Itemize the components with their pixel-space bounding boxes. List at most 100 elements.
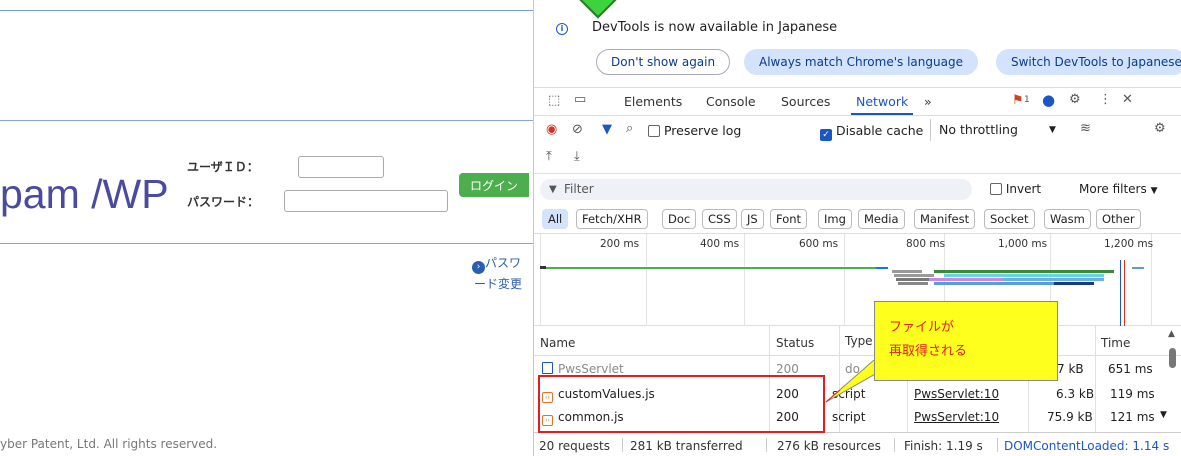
callout-text: ファイルが 再取得される — [889, 316, 967, 364]
infobar-message: DevTools is now available in Japanese — [592, 20, 838, 35]
filter-input[interactable]: ▼ Filter — [540, 179, 972, 200]
invert-checkbox[interactable] — [990, 183, 1002, 195]
record-stop-icon[interactable]: ◉ — [546, 122, 557, 137]
load-marker-line — [1124, 260, 1125, 326]
summary-divider — [894, 438, 895, 452]
invert-toggle[interactable]: Invert — [990, 182, 1041, 196]
timeline-tick: 200 ms — [600, 238, 640, 250]
filter-chip-css[interactable]: CSS — [702, 209, 737, 229]
filter-placeholder: Filter — [564, 182, 594, 196]
timeline-tick: 1,200 ms — [1104, 238, 1154, 250]
network-conditions-icon[interactable]: ≋ — [1080, 121, 1091, 136]
preserve-log-label: Preserve log — [663, 123, 742, 138]
waterfall-bar — [1132, 267, 1144, 269]
request-initiator-link[interactable]: PwsServlet:10 — [914, 387, 999, 401]
throttling-value: No throttling — [939, 122, 1018, 137]
issues-flag-icon[interactable]: ⚑ — [1012, 93, 1024, 108]
switch-to-japanese-button[interactable]: Switch DevTools to Japanese — [996, 49, 1181, 75]
more-filters-label: More filters — [1079, 182, 1147, 196]
summary-resources: 276 kB resources — [777, 439, 881, 453]
active-tab-indicator — [851, 113, 913, 115]
waterfall-bar — [540, 266, 546, 269]
waterfall-bar — [892, 270, 922, 273]
request-initiator-link[interactable]: PwsServlet:10 — [914, 410, 999, 424]
dont-show-again-button[interactable]: Don't show again — [596, 49, 731, 75]
request-size: 7 kB — [1057, 362, 1084, 376]
password-input[interactable] — [284, 190, 448, 212]
filter-chip-img[interactable]: Img — [818, 209, 852, 229]
filter-chip-socket[interactable]: Socket — [984, 209, 1035, 229]
column-type[interactable]: Type — [845, 334, 873, 348]
column-status[interactable]: Status — [776, 336, 814, 350]
request-time: 651 ms — [1108, 362, 1153, 376]
throttling-select[interactable]: No throttling ▼ — [930, 119, 1068, 141]
waterfall-bar — [896, 278, 931, 281]
filter-chip-js[interactable]: JS — [741, 209, 764, 229]
callout-line-2: 再取得される — [889, 344, 968, 359]
summary-requests: 20 requests — [539, 439, 610, 453]
more-menu-icon[interactable]: ⋮ — [1099, 92, 1112, 107]
sort-up-icon[interactable]: ▲ — [1168, 329, 1175, 339]
waterfall-bar — [1004, 278, 1104, 281]
filter-chip-all[interactable]: All — [542, 209, 569, 229]
tab-network[interactable]: Network — [856, 94, 908, 109]
disable-cache-toggle[interactable]: ✓ Disable cache — [820, 123, 923, 141]
clear-icon[interactable]: ⊘ — [572, 122, 583, 137]
request-name-cell: PwsServlet — [542, 362, 624, 376]
highlight-box — [538, 375, 825, 433]
table-scrollbar-thumb[interactable] — [1169, 348, 1176, 368]
more-tabs-button[interactable]: » — [924, 94, 932, 109]
resource-type-filters: All Fetch/XHR Doc CSS JS Font Img Media … — [534, 204, 1181, 234]
waterfall-bar — [898, 282, 928, 285]
request-name: PwsServlet — [558, 362, 624, 376]
password-change-link[interactable]: › パスワ ード変更 — [472, 253, 522, 294]
filter-chip-doc[interactable]: Doc — [662, 209, 697, 229]
settings-gear-icon[interactable]: ⚙ — [1069, 92, 1081, 107]
summary-divider — [622, 438, 623, 452]
export-har-icon[interactable]: ⤓ — [574, 149, 580, 164]
filter-chip-wasm[interactable]: Wasm — [1044, 209, 1091, 229]
filter-row: ▼ Filter Invert More filters ▼ — [534, 174, 1181, 204]
language-infobar: i DevTools is now available in Japanese … — [534, 0, 1181, 88]
inspect-element-icon[interactable]: ⬚ — [548, 93, 560, 108]
more-filters-button[interactable]: More filters ▼ — [1079, 182, 1157, 196]
password-label: パスワード： — [187, 195, 260, 209]
import-har-icon[interactable]: ⤒ — [546, 149, 552, 164]
tab-sources[interactable]: Sources — [781, 94, 830, 109]
scroll-down-icon[interactable]: ▼ — [1160, 410, 1167, 420]
tab-elements[interactable]: Elements — [624, 94, 682, 109]
screenshot-root: pam /WP ユーザＩＤ： パスワード： ログイン › パスワ ード変更 ybe… — [0, 0, 1181, 456]
network-summary-bar: 20 requests 281 kB transferred 276 kB re… — [534, 432, 1181, 456]
login-button[interactable]: ログイン — [459, 173, 529, 197]
request-size: 6.3 kB — [1056, 387, 1095, 401]
brand-logo-text: pam /WP — [0, 171, 169, 217]
filter-chip-manifest[interactable]: Manifest — [914, 209, 976, 229]
filter-chip-other[interactable]: Other — [1096, 209, 1141, 229]
request-type: script — [832, 410, 866, 424]
arrow-right-icon: › — [472, 261, 485, 274]
filter-chip-media[interactable]: Media — [858, 209, 905, 229]
filter-funnel-icon[interactable]: ▼ — [602, 122, 612, 137]
waterfall-bar — [934, 282, 1054, 285]
waterfall-bar — [929, 278, 1004, 281]
preserve-log-checkbox[interactable] — [648, 125, 660, 137]
search-icon[interactable]: ⌕ — [626, 121, 633, 136]
timeline-tick: 400 ms — [700, 238, 740, 250]
web-page: pam /WP ユーザＩＤ： パスワード： ログイン › パスワ ード変更 ybe… — [0, 0, 533, 456]
preserve-log-toggle[interactable]: Preserve log — [648, 123, 741, 138]
user-id-input[interactable] — [298, 156, 384, 178]
invert-label: Invert — [1005, 182, 1042, 196]
device-toolbar-icon[interactable]: ▭ — [574, 92, 586, 107]
disable-cache-checkbox[interactable]: ✓ — [820, 129, 832, 141]
network-settings-icon[interactable]: ⚙ — [1154, 121, 1166, 136]
filter-chip-fetch-xhr[interactable]: Fetch/XHR — [576, 209, 648, 229]
always-match-language-button[interactable]: Always match Chrome's language — [744, 49, 978, 75]
tab-console[interactable]: Console — [706, 94, 756, 109]
close-icon[interactable]: ✕ — [1122, 92, 1133, 107]
column-name[interactable]: Name — [540, 336, 575, 350]
filter-chip-font[interactable]: Font — [770, 209, 808, 229]
ai-assistance-icon[interactable]: ● — [1042, 91, 1055, 109]
summary-divider — [766, 438, 767, 452]
column-time[interactable]: Time — [1101, 336, 1130, 350]
green-arrow-tip — [575, 0, 621, 19]
